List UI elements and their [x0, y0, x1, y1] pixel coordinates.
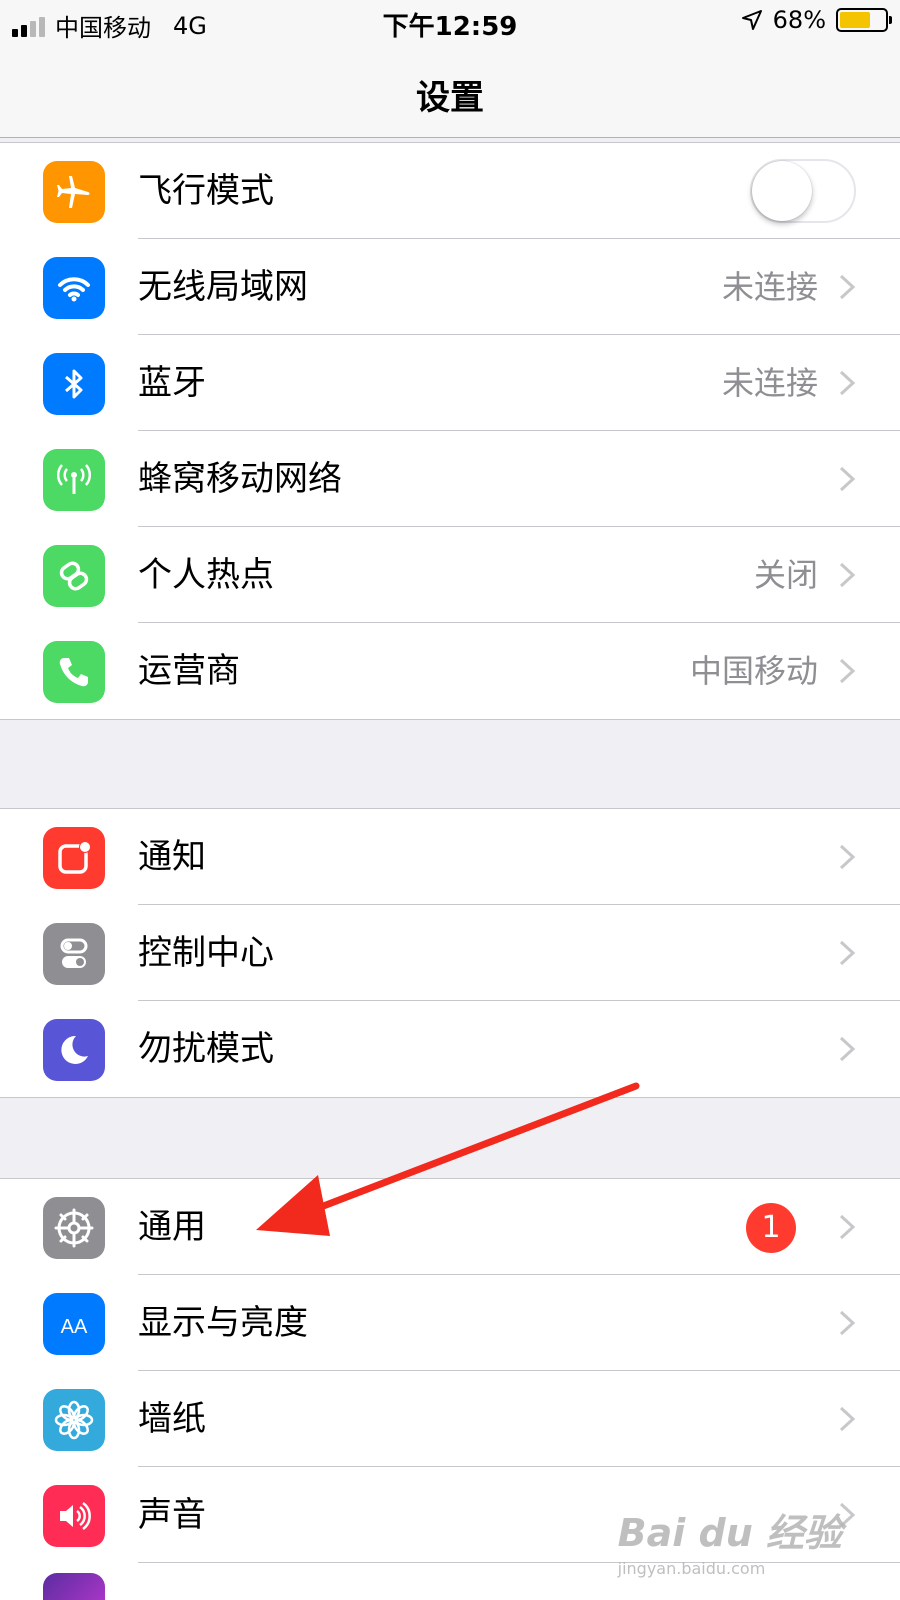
row-label: 墙纸	[138, 1399, 206, 1439]
bluetooth-icon	[43, 353, 105, 415]
row-label: 声音	[138, 1495, 206, 1535]
battery-percent: 68%	[772, 6, 826, 34]
settings-row-do-not-disturb[interactable]: 勿扰模式	[0, 1001, 900, 1097]
row-label: 控制中心	[138, 933, 274, 973]
row-label: 运营商	[138, 651, 240, 691]
row-label: 无线局域网	[138, 267, 308, 307]
settings-row-control-center[interactable]: 控制中心	[0, 905, 900, 1001]
chevron-right-icon	[839, 844, 856, 870]
row-label: 通用	[138, 1207, 206, 1247]
text-size-icon: AA	[43, 1293, 105, 1355]
settings-row-carrier[interactable]: 运营商 中国移动	[0, 623, 900, 719]
chevron-right-icon	[839, 1406, 856, 1432]
settings-row-display[interactable]: AA 显示与亮度	[0, 1275, 900, 1371]
settings-group-notifications: 通知 控制中心 勿扰模式	[0, 808, 900, 1098]
row-label: 显示与亮度	[138, 1303, 308, 1343]
chevron-right-icon	[839, 1214, 856, 1240]
watermark: Bai du 经验 jingyan.baidu.com	[618, 1502, 842, 1578]
update-badge: 1	[746, 1203, 796, 1253]
flower-icon	[43, 1389, 105, 1451]
settings-row-wallpaper[interactable]: 墙纸	[0, 1371, 900, 1467]
chevron-right-icon	[839, 940, 856, 966]
hotspot-icon	[43, 545, 105, 607]
control-center-icon	[43, 923, 105, 985]
chevron-right-icon	[839, 1310, 856, 1336]
chevron-right-icon	[839, 562, 856, 588]
row-label: 蜂窝移动网络	[138, 459, 342, 499]
wifi-icon	[43, 257, 105, 319]
row-detail: 未连接	[721, 364, 818, 402]
location-arrow-icon	[741, 10, 762, 30]
row-label: 飞行模式	[138, 171, 274, 211]
airplane-mode-toggle[interactable]	[750, 159, 856, 223]
text-size-icon-glyph: AA	[60, 1315, 88, 1338]
chevron-right-icon	[839, 658, 856, 684]
watermark-url: jingyan.baidu.com	[617, 1559, 766, 1578]
status-bar: 中国移动 4G 下午12:59 68%	[0, 0, 900, 44]
settings-row-bluetooth[interactable]: 蓝牙 未连接	[0, 335, 900, 431]
speaker-icon	[43, 1485, 105, 1547]
chevron-right-icon	[839, 466, 856, 492]
phone-icon	[43, 641, 105, 703]
watermark-logo: Bai du 经验	[617, 1511, 842, 1555]
row-label: 个人热点	[138, 555, 274, 595]
settings-group-connectivity: 飞行模式 无线局域网 未连接 蓝牙 未连接 蜂窝移动网络 个人热点 关闭 运营商…	[0, 142, 900, 720]
battery-fill	[840, 12, 870, 28]
settings-row-hotspot[interactable]: 个人热点 关闭	[0, 527, 900, 623]
row-label: 蓝牙	[138, 363, 206, 403]
settings-row-notifications[interactable]: 通知	[0, 809, 900, 905]
nav-bar: 设置	[0, 44, 900, 138]
row-label: 通知	[138, 837, 206, 877]
row-detail: 中国移动	[689, 652, 818, 690]
settings-row-wifi[interactable]: 无线局域网 未连接	[0, 239, 900, 335]
settings-row-general[interactable]: 通用 1	[0, 1179, 900, 1275]
airplane-icon	[43, 161, 105, 223]
notification-icon	[43, 827, 105, 889]
row-detail: 未连接	[721, 268, 818, 306]
page-title: 设置	[416, 78, 484, 118]
settings-row-airplane-mode[interactable]: 飞行模式	[0, 143, 900, 239]
gear-icon	[43, 1197, 105, 1259]
chevron-right-icon	[839, 370, 856, 396]
row-label: 勿扰模式	[138, 1029, 274, 1069]
siri-icon	[43, 1573, 105, 1600]
row-detail: 关闭	[753, 556, 818, 594]
status-right: 68%	[741, 6, 892, 34]
battery-icon	[836, 8, 892, 32]
cellular-icon	[43, 449, 105, 511]
chevron-right-icon	[839, 274, 856, 300]
chevron-right-icon	[839, 1036, 856, 1062]
settings-row-cellular[interactable]: 蜂窝移动网络	[0, 431, 900, 527]
moon-icon	[43, 1019, 105, 1081]
toggle-knob	[752, 161, 812, 221]
